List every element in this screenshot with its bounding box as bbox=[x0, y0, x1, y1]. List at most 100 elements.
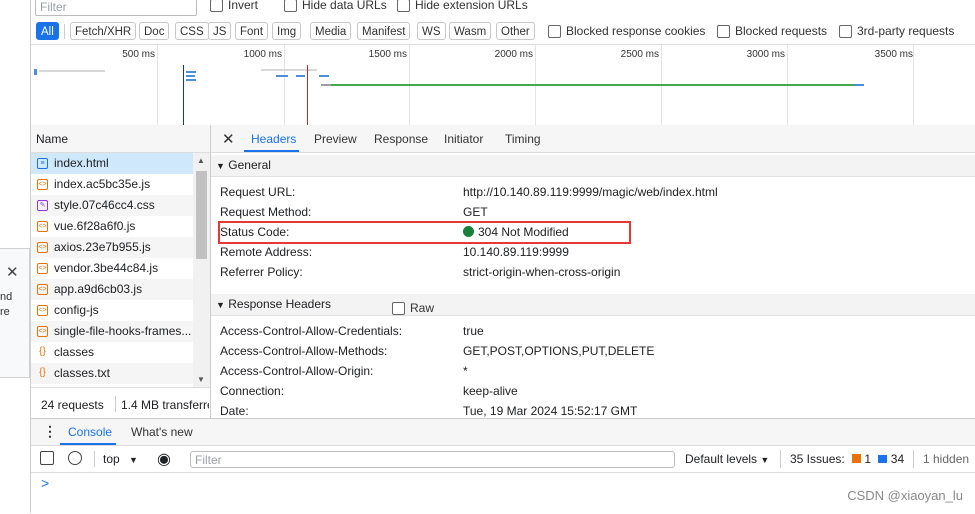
request-row[interactable]: <> config-js bbox=[31, 300, 193, 321]
list-status-bar: 24 requests 1.4 MB transferre bbox=[31, 387, 211, 419]
header-key: Date: bbox=[220, 404, 249, 418]
hide-extension-urls-checkbox[interactable]: Hide extension URLs bbox=[397, 0, 528, 12]
request-row[interactable]: <> single-file-hooks-frames... bbox=[31, 321, 193, 342]
request-row[interactable]: <> app.a9d6cb03.js bbox=[31, 279, 193, 300]
script-icon: <> bbox=[37, 221, 48, 232]
close-icon[interactable]: ✕ bbox=[6, 263, 19, 281]
request-name: index.html bbox=[54, 156, 109, 170]
tab-headers[interactable]: Headers bbox=[251, 132, 296, 146]
issues-counter[interactable]: 35 Issues: 1 34 bbox=[790, 452, 904, 466]
header-key: Access-Control-Allow-Origin: bbox=[220, 364, 374, 378]
chip-fetch-xhr[interactable]: Fetch/XHR bbox=[70, 22, 137, 40]
console-filter-input[interactable]: Filter bbox=[190, 451, 675, 468]
scroll-thumb[interactable] bbox=[196, 171, 207, 259]
info-icon bbox=[878, 455, 888, 463]
header-value: GET,POST,OPTIONS,PUT,DELETE bbox=[463, 344, 655, 358]
request-name: single-file-hooks-frames... bbox=[54, 324, 192, 338]
response-headers-section-header[interactable]: ▼ Response Headers Raw bbox=[211, 294, 975, 316]
popup-text-1: nd bbox=[0, 291, 13, 303]
console-prompt-icon[interactable]: > bbox=[41, 475, 49, 491]
sidebar-toggle-icon[interactable] bbox=[40, 451, 54, 465]
tab-timing[interactable]: Timing bbox=[505, 132, 541, 146]
filter-input[interactable]: Filter bbox=[35, 0, 197, 16]
chip-ws[interactable]: WS bbox=[417, 22, 446, 40]
chip-css[interactable]: CSS bbox=[175, 22, 209, 40]
checkbox-label: Invert bbox=[228, 0, 259, 12]
checkbox-box[interactable] bbox=[839, 24, 852, 38]
xhr-icon: {} bbox=[39, 346, 46, 357]
scroll-down-icon[interactable]: ▼ bbox=[197, 375, 205, 384]
console-drawer: ⋮ Console What's new top ▼ ◉ Filter Defa… bbox=[31, 418, 975, 514]
section-title: Response Headers bbox=[228, 297, 331, 311]
eye-icon[interactable]: ◉ bbox=[157, 449, 171, 469]
chip-media[interactable]: Media bbox=[310, 22, 352, 40]
header-key: Request URL: bbox=[220, 185, 296, 199]
checkbox-box[interactable] bbox=[392, 302, 405, 315]
context-label: top bbox=[103, 452, 120, 466]
header-key: Request Method: bbox=[220, 205, 312, 219]
console-toolbar: top ▼ ◉ Filter Default levels ▼ 35 Issue… bbox=[31, 446, 975, 473]
request-row[interactable]: ✎ style.07c46cc4.css bbox=[31, 195, 193, 216]
kebab-menu-icon[interactable]: ⋮ bbox=[43, 423, 57, 440]
chip-font[interactable]: Font bbox=[235, 22, 269, 40]
timeline-gridline bbox=[157, 45, 158, 125]
header-value: keep-alive bbox=[463, 384, 518, 398]
raw-checkbox[interactable]: Raw bbox=[392, 298, 434, 319]
context-selector[interactable]: top ▼ bbox=[103, 452, 138, 466]
timeline-overview[interactable]: 500 ms 1000 ms 1500 ms 2000 ms 2500 ms 3… bbox=[31, 44, 975, 126]
transferred-size: 1.4 MB transferre bbox=[121, 398, 209, 412]
request-row[interactable]: {} classes.txt bbox=[31, 363, 193, 384]
script-icon: <> bbox=[37, 263, 48, 274]
chip-js[interactable]: JS bbox=[208, 22, 232, 40]
chip-other[interactable]: Other bbox=[496, 22, 535, 40]
timeline-bar bbox=[276, 75, 288, 77]
invert-checkbox[interactable]: Invert bbox=[210, 0, 258, 12]
script-icon: <> bbox=[37, 326, 48, 337]
header-value: 10.140.89.119:9999 bbox=[463, 245, 569, 259]
checkbox-box[interactable] bbox=[717, 24, 730, 38]
checkbox-box[interactable] bbox=[284, 0, 297, 12]
name-column-header[interactable]: Name bbox=[31, 125, 211, 153]
request-name: style.07c46cc4.css bbox=[54, 198, 155, 212]
request-row[interactable]: <> axios.23e7b955.js bbox=[31, 237, 193, 258]
network-panel: Name ≡ index.html <> index.ac5bc35e.js ✎ st… bbox=[31, 125, 975, 419]
default-levels-dropdown[interactable]: Default levels ▼ bbox=[685, 452, 769, 466]
timeline-tick-label: 3000 ms bbox=[746, 49, 785, 60]
tab-initiator[interactable]: Initiator bbox=[444, 132, 483, 146]
tab-response[interactable]: Response bbox=[374, 132, 428, 146]
request-row[interactable]: <> index.ac5bc35e.js bbox=[31, 174, 193, 195]
tab-whats-new[interactable]: What's new bbox=[131, 425, 193, 439]
checkbox-box[interactable] bbox=[548, 24, 561, 38]
checkbox-box[interactable] bbox=[210, 0, 223, 12]
blocked-cookies-checkbox[interactable]: Blocked response cookies bbox=[548, 24, 705, 38]
timeline-bar bbox=[39, 70, 105, 72]
checkbox-box[interactable] bbox=[397, 0, 410, 12]
timeline-bar bbox=[34, 69, 37, 75]
chip-img[interactable]: Img bbox=[272, 22, 302, 40]
dropdown-icon: ▼ bbox=[129, 455, 138, 465]
request-row[interactable]: <> vendor.3be44c84.js bbox=[31, 258, 193, 279]
third-party-checkbox[interactable]: 3rd-party requests bbox=[839, 24, 954, 38]
request-row[interactable]: <> vue.6f28a6f0.js bbox=[31, 216, 193, 237]
request-row[interactable]: {} classes bbox=[31, 342, 193, 363]
chip-manifest[interactable]: Manifest bbox=[357, 22, 411, 40]
chip-wasm[interactable]: Wasm bbox=[449, 22, 492, 40]
watermark: CSDN @xiaoyan_lu bbox=[847, 488, 963, 503]
request-row[interactable]: ≡ index.html bbox=[31, 153, 193, 174]
blocked-requests-checkbox[interactable]: Blocked requests bbox=[717, 24, 827, 38]
request-name: vue.6f28a6f0.js bbox=[54, 219, 136, 233]
close-icon[interactable]: ✕ bbox=[222, 130, 235, 148]
header-value: Tue, 19 Mar 2024 15:52:17 GMT bbox=[463, 404, 638, 418]
dom-content-marker bbox=[183, 65, 184, 125]
tab-console[interactable]: Console bbox=[68, 425, 112, 439]
clear-console-icon[interactable] bbox=[68, 451, 82, 465]
chip-doc[interactable]: Doc bbox=[139, 22, 170, 40]
hide-data-urls-checkbox[interactable]: Hide data URLs bbox=[284, 0, 387, 12]
timeline-gridline bbox=[284, 45, 285, 125]
general-section-header[interactable]: ▼ General bbox=[211, 155, 975, 177]
scroll-up-icon[interactable]: ▲ bbox=[197, 156, 205, 165]
timeline-bar bbox=[319, 75, 329, 77]
request-list-scrollbar[interactable]: ▲ ▼ bbox=[193, 153, 211, 387]
tab-preview[interactable]: Preview bbox=[314, 132, 357, 146]
chip-all[interactable]: All bbox=[36, 22, 59, 40]
